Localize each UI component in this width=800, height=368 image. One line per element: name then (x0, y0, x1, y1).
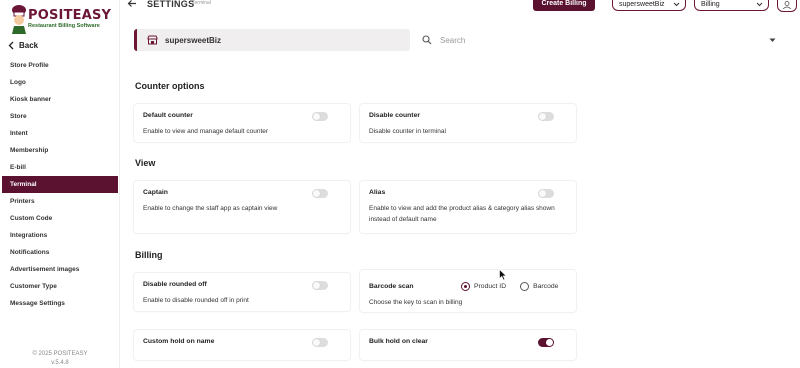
radio-label-product-id: Product ID (474, 283, 507, 290)
setting-title: Bulk hold on clear (369, 338, 428, 345)
caret-down-icon[interactable] (769, 38, 776, 43)
store-select-value: supersweetBiz (619, 1, 665, 8)
sidebar-item-terminal[interactable]: Terminal (2, 176, 118, 193)
sidebar-item-notifications[interactable]: Notifications (2, 244, 118, 261)
store-indicator: supersweetBiz (134, 29, 410, 51)
sidebar-item-advertisement-images[interactable]: Advertisement images (2, 261, 118, 278)
alias-toggle[interactable] (538, 189, 554, 198)
setting-card-default-counter: Default counter Enable to view and manag… (134, 104, 350, 142)
sidebar-item-membership[interactable]: Membership (2, 142, 118, 159)
section-title-counter: Counter options (135, 81, 205, 91)
page-subtitle: Terminal (192, 0, 211, 6)
app-logo: POSITEASY Restaurant Billing Software (8, 2, 114, 36)
sidebar-item-store[interactable]: Store (2, 108, 118, 125)
back-button[interactable]: Back (8, 41, 38, 50)
store-name: supersweetBiz (165, 35, 222, 45)
user-icon (782, 1, 792, 9)
search-bar[interactable] (420, 30, 782, 50)
setting-title: Disable counter (369, 112, 420, 119)
setting-title: Barcode scan (369, 283, 414, 290)
mode-select[interactable]: Billing (694, 0, 769, 11)
store-select[interactable]: supersweetBiz (612, 0, 686, 11)
custom-hold-toggle[interactable] (312, 338, 328, 347)
setting-description: Enable to view and manage default counte… (143, 128, 269, 135)
chevron-down-icon (756, 2, 763, 7)
sidebar-item-message-settings[interactable]: Message Settings (2, 295, 118, 312)
mode-select-value: Billing (701, 1, 720, 8)
setting-title: Default counter (143, 112, 193, 119)
setting-title: Captain (143, 189, 168, 196)
setting-card-barcode-scan: Barcode scan Choose the key to scan in b… (360, 270, 576, 312)
disable-counter-toggle[interactable] (538, 112, 554, 121)
radio-barcode[interactable] (520, 282, 530, 291)
mouse-cursor-icon (499, 269, 507, 281)
setting-title: Alias (369, 189, 386, 196)
sidebar-item-customer-type[interactable]: Customer Type (2, 278, 118, 295)
captain-toggle[interactable] (312, 189, 328, 198)
arrow-left-icon[interactable] (127, 0, 137, 8)
setting-title: Custom hold on name (143, 338, 215, 345)
user-avatar-button[interactable] (777, 0, 797, 12)
chef-logo-icon (12, 5, 26, 34)
setting-description: Enable to change the staff app as captai… (143, 205, 278, 212)
setting-title: Disable rounded off (143, 281, 207, 288)
page-title: SETTINGS (147, 0, 195, 9)
setting-card-disable-counter: Disable counter Disable counter in termi… (360, 104, 576, 142)
setting-description: Enable to view and add the product alias… (369, 205, 555, 223)
section-title-billing: Billing (135, 250, 163, 260)
sidebar-item-intent[interactable]: Intent (2, 125, 118, 142)
sidebar-item-store-profile[interactable]: Store Profile (2, 57, 118, 74)
search-input[interactable] (440, 35, 760, 45)
bulk-hold-toggle[interactable] (538, 338, 554, 347)
setting-card-rounded-off: Disable rounded off Enable to disable ro… (134, 273, 350, 311)
chevron-left-icon (8, 41, 14, 50)
setting-description: Choose the key to scan in billing (369, 299, 463, 306)
search-icon (422, 35, 432, 45)
radio-product-id[interactable] (461, 282, 470, 291)
radio-label-barcode: Barcode (533, 283, 559, 290)
logo-text: POSITEASY (28, 8, 112, 23)
create-billing-button[interactable]: Create Billing (533, 0, 595, 11)
setting-card-alias: Alias Enable to view and add the product… (360, 181, 576, 233)
section-title-view: View (135, 158, 156, 168)
sidebar-item-integrations[interactable]: Integrations (2, 227, 118, 244)
rounded-off-toggle[interactable] (312, 281, 328, 290)
setting-description: Disable counter in terminal (369, 128, 446, 135)
version-text: v.5.4.8 (51, 360, 69, 366)
sidebar-nav: Store Profile Logo Kiosk banner Store In… (2, 57, 118, 312)
sidebar-item-e-bill[interactable]: E-bill (2, 159, 118, 176)
setting-card-bulk-hold: Bulk hold on clear (360, 330, 576, 360)
sidebar-item-logo[interactable]: Logo (2, 74, 118, 91)
back-label: Back (19, 41, 39, 50)
default-counter-toggle[interactable] (312, 112, 328, 121)
barcode-radio-group: Product ID Barcode (461, 282, 558, 291)
sidebar-item-kiosk-banner[interactable]: Kiosk banner (2, 91, 118, 108)
logo-subtitle: Restaurant Billing Software (28, 23, 100, 29)
copyright-text: © 2025 POSITEASY (32, 351, 88, 357)
chevron-down-icon (673, 2, 680, 7)
sidebar-item-printers[interactable]: Printers (2, 193, 118, 210)
setting-description: Enable to disable rounded off in print (143, 297, 249, 304)
sidebar-item-custom-code[interactable]: Custom Code (2, 210, 118, 227)
setting-card-custom-hold: Custom hold on name (134, 330, 350, 360)
setting-card-captain: Captain Enable to change the staff app a… (134, 181, 350, 233)
sidebar: POSITEASY Restaurant Billing Software Ba… (0, 0, 120, 368)
store-icon (147, 35, 158, 45)
